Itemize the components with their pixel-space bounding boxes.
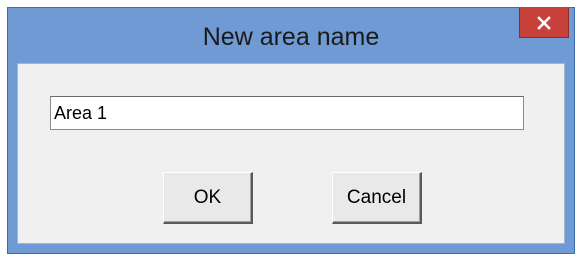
area-name-input[interactable]	[50, 96, 524, 130]
cancel-button[interactable]: Cancel	[332, 172, 422, 224]
dialog-body: OK Cancel	[17, 63, 565, 244]
ok-button[interactable]: OK	[163, 172, 253, 224]
title-bar[interactable]: New area name	[8, 8, 574, 63]
close-icon	[537, 15, 551, 30]
close-button[interactable]	[519, 8, 569, 38]
dialog-window: New area name OK Cancel	[7, 7, 575, 254]
dialog-title: New area name	[202, 23, 380, 51]
